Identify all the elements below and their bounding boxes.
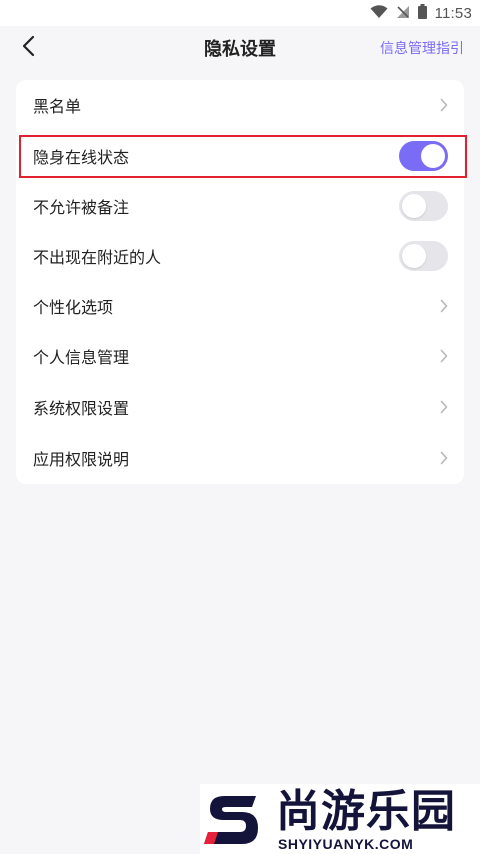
setting-row-invisible-online[interactable]: 隐身在线状态 — [16, 131, 464, 181]
setting-row-personalization[interactable]: 个性化选项 — [16, 281, 464, 331]
signal-off-icon — [396, 4, 410, 23]
status-time: 11:53 — [434, 4, 472, 22]
setting-label: 系统权限设置 — [33, 399, 130, 418]
chevron-right-icon — [440, 400, 448, 414]
setting-row-app-permissions-info[interactable]: 应用权限说明 — [16, 433, 464, 483]
watermark-subtitle: SHYIYUANYK.COM — [278, 836, 414, 852]
toggle-knob — [402, 244, 426, 268]
info-management-guide-link[interactable]: 信息管理指引 — [380, 38, 464, 58]
toggle-knob — [421, 144, 445, 168]
watermark-title: 尚游乐园 — [276, 786, 456, 837]
setting-row-system-permissions[interactable]: 系统权限设置 — [16, 382, 464, 432]
chevron-right-icon — [440, 451, 448, 465]
setting-label: 黑名单 — [33, 97, 82, 116]
setting-label: 个人信息管理 — [33, 348, 130, 367]
chevron-right-icon — [440, 349, 448, 363]
hide-nearby-toggle[interactable] — [399, 241, 448, 271]
settings-card: 黑名单 隐身在线状态 不允许被备注 不出现在附近的人 个性化选项 个人信息管理 … — [16, 80, 464, 484]
status-bar: 11:53 — [0, 0, 480, 26]
status-icons: 11:53 — [370, 3, 472, 23]
setting-label: 应用权限说明 — [33, 450, 130, 469]
setting-label: 不允许被备注 — [33, 198, 130, 217]
invisible-online-toggle[interactable] — [399, 141, 448, 171]
setting-label: 隐身在线状态 — [33, 148, 130, 167]
header: 隐私设置 信息管理指引 — [0, 26, 480, 68]
watermark-s-logo-icon — [204, 796, 258, 844]
chevron-right-icon — [440, 299, 448, 313]
setting-label: 不出现在附近的人 — [33, 248, 162, 267]
setting-label: 个性化选项 — [33, 298, 114, 317]
wifi-icon — [370, 4, 388, 23]
setting-row-hide-nearby[interactable]: 不出现在附近的人 — [16, 231, 464, 281]
setting-row-blacklist[interactable]: 黑名单 — [16, 80, 464, 130]
disallow-remark-toggle[interactable] — [399, 191, 448, 221]
setting-row-disallow-remark[interactable]: 不允许被备注 — [16, 181, 464, 231]
toggle-knob — [402, 194, 426, 218]
setting-row-personal-info[interactable]: 个人信息管理 — [16, 331, 464, 381]
chevron-right-icon — [440, 98, 448, 112]
watermark-logo: 尚游乐园 SHYIYUANYK.COM — [200, 784, 480, 854]
battery-icon — [417, 3, 427, 23]
